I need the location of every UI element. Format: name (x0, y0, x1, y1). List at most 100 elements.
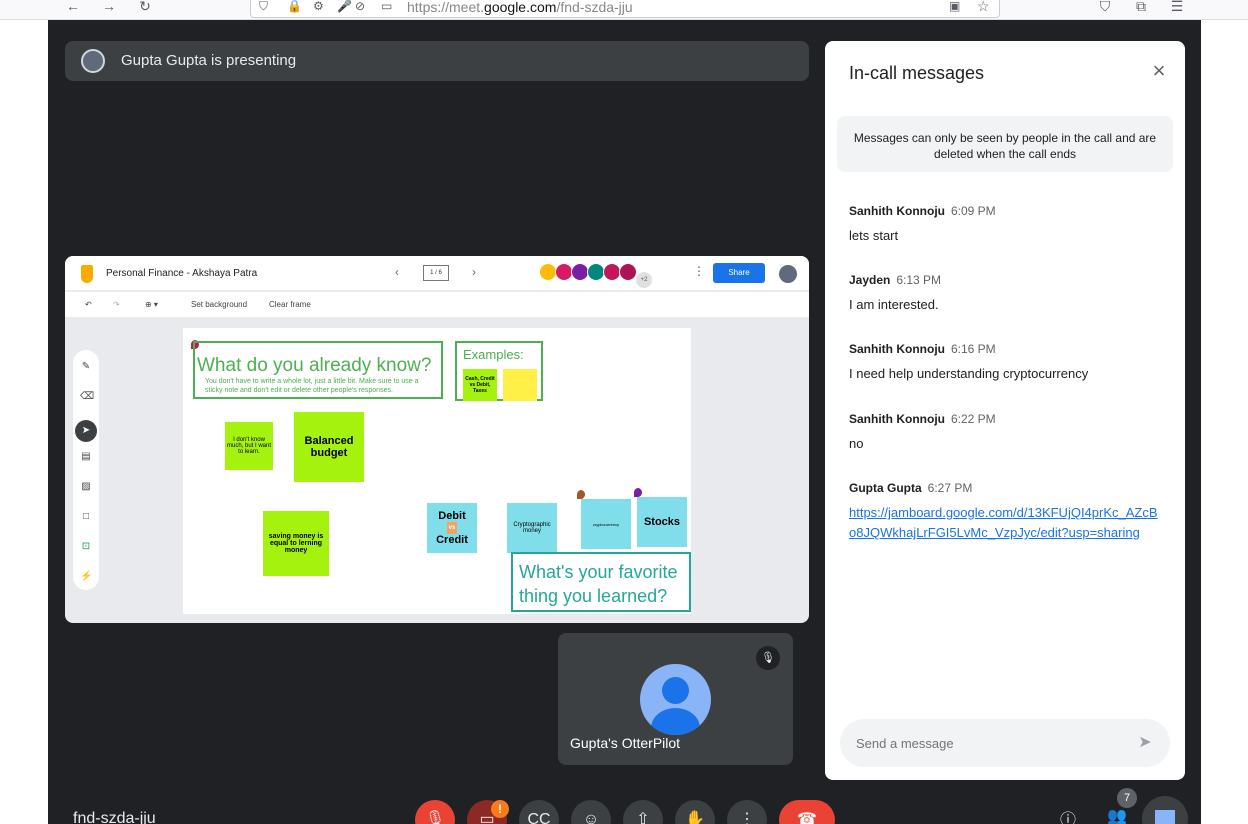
lock-icon[interactable]: 🔒 (287, 0, 302, 13)
forward-icon[interactable]: → (99, 0, 119, 16)
send-icon[interactable]: ➤ (1133, 731, 1157, 755)
mic-off-icon: 🎙 (756, 646, 780, 670)
permissions-icon[interactable]: ⚙ (313, 0, 324, 13)
question-2: What's your favorite thing you learned? (511, 552, 691, 612)
laser-icon: ⚡ (80, 571, 93, 582)
sticky-text: Credit (436, 534, 468, 546)
extensions-icon[interactable]: ⧉ (1131, 0, 1151, 16)
sticky-note-empty (503, 369, 537, 401)
emoji-button[interactable]: ☺ (571, 800, 611, 824)
examples-title: Examples: (463, 347, 524, 362)
url-bar[interactable]: ⛉ 🔒 ⚙ 🎤 ⊘ ▭ https://meet.google.com/fnd-… (250, 0, 1000, 18)
message-time: 6:27 PM (927, 481, 973, 495)
meet-window: Gupta Gupta is presenting Personal Finan… (48, 20, 1201, 824)
microphone-icon[interactable]: 🎤 (337, 0, 352, 13)
browser-toolbar: ← → ↻ ⛉ 🔒 ⚙ 🎤 ⊘ ▭ https://meet.google.co… (0, 0, 1248, 20)
raise-hand-button[interactable]: ✋ (675, 800, 715, 824)
next-frame-icon: › (472, 265, 476, 279)
frame-counter: 1 / 6 (423, 265, 449, 281)
chat-button[interactable] (1142, 796, 1188, 824)
participant-avatar (640, 664, 711, 735)
chat-message: Sanhith Konnoju 6:16 PM I need help under… (849, 340, 1161, 384)
chat-icon (1155, 810, 1175, 824)
chat-message: Gupta Gupta 6:27 PM https://jamboard.goog… (849, 479, 1161, 543)
url-text[interactable]: https://meet.google.com/fnd-szda-jju (407, 0, 633, 15)
close-icon[interactable]: × (1147, 59, 1171, 83)
sticky-note: Cash, Credit vs Debit, Taxes (463, 369, 497, 401)
warning-badge: ! (491, 800, 509, 818)
present-button[interactable]: ⇧ (623, 800, 663, 824)
camera-blocked-icon[interactable]: ⊘ (355, 0, 365, 13)
chat-message: Sanhith Konnoju 6:22 PM no (849, 410, 1161, 454)
prev-frame-icon: ‹ (395, 265, 399, 279)
avatar-head (662, 677, 689, 704)
avatar-more: +2 (635, 271, 653, 289)
message-link[interactable]: https://jamboard.google.com/d/13KFUjQI4p… (849, 505, 1158, 540)
pen-icon: ✎ (81, 361, 91, 372)
presenting-banner: Gupta Gupta is presenting (65, 41, 809, 81)
chat-icon[interactable]: ▭ (381, 0, 392, 13)
message-text: I am interested. (849, 297, 939, 312)
set-background-button: Set background (191, 300, 248, 309)
clear-frame-button: Clear frame (269, 300, 311, 309)
message-sender: Gupta Gupta (849, 481, 922, 495)
cursor-pin (634, 488, 642, 497)
participant-tile[interactable]: 🎙 Gupta's OtterPilot (558, 633, 793, 765)
panel-title: In-call messages (849, 63, 985, 83)
message-time: 6:16 PM (950, 342, 996, 356)
jamboard-header: Personal Finance - Akshaya Patra ‹ 1 / 6… (65, 256, 809, 290)
examples-frame: Examples: Cash, Credit vs Debit, Taxes (455, 341, 543, 401)
undo-icon: ↶ (85, 300, 92, 309)
sticky-note-icon: ▤ (81, 451, 91, 462)
message-sender: Sanhith Konnoju (849, 204, 945, 218)
question-1-subtext: You don't have to write a whole lot, jus… (205, 378, 419, 394)
eraser-icon: ⌫ (80, 391, 95, 402)
jamboard-logo (81, 265, 93, 283)
message-time: 6:13 PM (896, 273, 942, 287)
screen-share-icon[interactable]: ▣ (949, 0, 960, 13)
message-composer: ➤ (840, 719, 1170, 767)
share-button: Share (713, 263, 765, 283)
messages-notice: Messages can only be seen by people in t… (837, 116, 1173, 172)
in-call-messages-panel: In-call messages × Messages can only be … (825, 41, 1185, 780)
chat-message: Jayden 6:13 PM I am interested. (849, 271, 1161, 315)
sticky-note: saving money is equal to lerning money (263, 511, 329, 576)
shield-icon[interactable]: ⛉ (259, 0, 268, 14)
captions-button[interactable]: CC (519, 800, 559, 824)
message-time: 6:22 PM (950, 412, 996, 426)
info-icon[interactable]: ⓘ (1060, 806, 1076, 824)
chat-message: Sanhith Konnoju 6:09 PM lets start (849, 202, 1161, 246)
sticky-text: vs (446, 522, 458, 534)
message-time: 6:09 PM (950, 204, 996, 218)
message-text: lets start (849, 228, 899, 243)
presentation-screen[interactable]: Personal Finance - Akshaya Patra ‹ 1 / 6… (65, 256, 809, 623)
jamboard-title: Personal Finance - Akshaya Patra (106, 268, 258, 279)
message-sender: Jayden (849, 273, 891, 287)
sticky-note: Stocks (637, 497, 687, 547)
sticky-note: Balanced budget (294, 412, 364, 482)
sticky-text: Debit (438, 510, 466, 522)
bookmark-star-icon[interactable]: ☆ (977, 0, 990, 15)
sticky-note: Cryptographic money (507, 503, 557, 553)
menu-icon[interactable]: ☰ (1167, 0, 1187, 16)
shape-icon: □ (82, 511, 90, 522)
reload-icon[interactable]: ↻ (135, 0, 155, 16)
pocket-icon[interactable]: ⛉ (1095, 0, 1115, 16)
message-text: I need help understanding cryptocurrency (849, 366, 1089, 381)
message-input[interactable] (856, 733, 1126, 753)
sticky-note: Debit vs Credit (427, 503, 477, 553)
more-options-button[interactable]: ⋮ (727, 800, 767, 824)
meeting-code: fnd-szda-jju (73, 810, 156, 824)
zoom-icon: ⊕ ▾ (145, 300, 158, 309)
mic-toggle-button[interactable]: 🎙 (415, 800, 455, 824)
presenter-avatar (81, 49, 105, 73)
presenting-text: Gupta Gupta is presenting (121, 52, 297, 69)
people-icon[interactable]: 👥 (1107, 806, 1127, 824)
jamboard-canvas: What do you already know? You don't have… (183, 328, 691, 614)
leave-call-button[interactable]: ☎ (779, 800, 835, 824)
back-icon[interactable]: ← (63, 0, 83, 16)
message-sender: Sanhith Konnoju (849, 342, 945, 356)
more-vert-icon: ⋮ (693, 264, 705, 278)
select-icon: ➤ (75, 420, 97, 442)
question-frame-1: What do you already know? You don't have… (193, 341, 443, 399)
